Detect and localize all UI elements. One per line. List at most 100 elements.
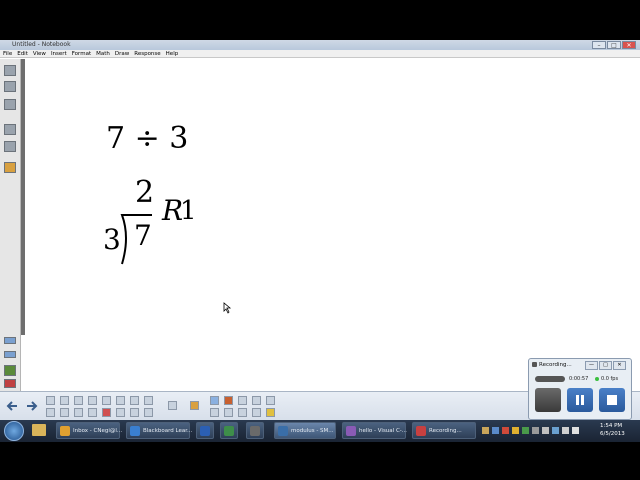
clock-date[interactable]: 6/5/2013 xyxy=(600,431,625,437)
tray-icon[interactable] xyxy=(542,427,549,434)
taskbar-item-recording[interactable]: Recording... xyxy=(412,422,476,439)
close-button[interactable]: ✕ xyxy=(622,41,636,49)
next-page-icon[interactable] xyxy=(26,401,38,411)
page-sorter-icon[interactable] xyxy=(4,65,16,76)
attachments-icon[interactable] xyxy=(4,99,16,110)
addons-icon[interactable] xyxy=(4,141,16,152)
menu-view[interactable]: View xyxy=(33,50,46,58)
status-dot-icon xyxy=(595,377,599,381)
save-icon[interactable] xyxy=(74,408,83,417)
taskbar-item-word[interactable] xyxy=(196,422,214,439)
screen-capture-icon[interactable] xyxy=(88,396,97,405)
vertical-scrollbar[interactable] xyxy=(21,59,25,335)
taskbar-item-notebook[interactable]: modulus - SM... xyxy=(274,422,336,439)
menu-math[interactable]: Math xyxy=(96,50,110,58)
volume-icon[interactable] xyxy=(562,427,569,434)
stop-button[interactable] xyxy=(599,388,625,412)
menu-response[interactable]: Response xyxy=(134,50,160,58)
taskbar-item-browser[interactable]: Blackboard Lear... xyxy=(126,422,193,439)
taskbar-item-visual-studio[interactable]: hello - Visual C-... xyxy=(342,422,408,439)
minimize-button[interactable]: – xyxy=(592,41,606,49)
eraser-tool-icon[interactable] xyxy=(238,396,247,405)
undo-icon[interactable] xyxy=(46,396,55,405)
whiteboard-canvas[interactable]: 7 ÷ 3 2 R 1 3 7 xyxy=(26,59,640,391)
page-down-icon[interactable] xyxy=(4,351,16,358)
shape-recognition-icon[interactable] xyxy=(266,396,275,405)
response-icon[interactable] xyxy=(190,401,199,410)
tray-icon[interactable] xyxy=(502,427,509,434)
redo-icon[interactable] xyxy=(60,396,69,405)
text-tool-icon[interactable] xyxy=(224,408,233,417)
tray-icon[interactable] xyxy=(512,427,519,434)
dual-page-icon[interactable] xyxy=(144,396,153,405)
record-button[interactable] xyxy=(535,388,561,412)
recorder-icon xyxy=(416,426,426,436)
screen-shade-icon[interactable] xyxy=(116,408,125,417)
audio-level-meter xyxy=(535,376,565,382)
long-division-bracket xyxy=(120,214,152,265)
task-label: hello - Visual C-... xyxy=(359,428,408,434)
copy-icon[interactable] xyxy=(60,408,69,417)
page-up-icon[interactable] xyxy=(4,337,16,344)
delete-page-icon[interactable] xyxy=(4,379,16,388)
creative-pen-icon[interactable] xyxy=(210,408,219,417)
tray-icon[interactable] xyxy=(492,427,499,434)
full-screen-icon[interactable] xyxy=(130,396,139,405)
menu-draw[interactable]: Draw xyxy=(115,50,129,58)
previous-page-icon[interactable] xyxy=(6,401,18,411)
recording-time: 0:00:57 xyxy=(569,376,589,382)
stop-icon xyxy=(607,395,617,405)
tray-icon[interactable] xyxy=(522,427,529,434)
highlighter-icon[interactable] xyxy=(266,408,275,417)
network-icon[interactable] xyxy=(552,427,559,434)
taskbar-item-outlook[interactable]: Inbox - CNegi@l... xyxy=(56,422,123,439)
select-tool-icon[interactable] xyxy=(210,396,219,405)
fill-tool-icon[interactable] xyxy=(252,408,261,417)
gallery-icon[interactable] xyxy=(4,81,16,92)
pause-button[interactable] xyxy=(567,388,593,412)
recorder-maximize-button[interactable]: □ xyxy=(599,361,612,370)
explorer-pinned-icon[interactable] xyxy=(32,424,46,436)
close-x-icon[interactable] xyxy=(144,408,153,417)
line-tool-icon[interactable] xyxy=(238,408,247,417)
maximize-button[interactable]: □ xyxy=(607,41,621,49)
recorder-minimize-button[interactable]: — xyxy=(585,361,598,370)
tray-icon[interactable] xyxy=(482,427,489,434)
open-icon[interactable] xyxy=(74,396,83,405)
menu-edit[interactable]: Edit xyxy=(17,50,28,58)
cut-icon[interactable] xyxy=(46,408,55,417)
properties-icon[interactable] xyxy=(4,124,16,135)
start-button[interactable] xyxy=(4,421,24,441)
task-label: Blackboard Lear... xyxy=(143,428,193,434)
quotient: 2 xyxy=(135,175,155,210)
menu-file[interactable]: File xyxy=(3,50,12,58)
menu-insert[interactable]: Insert xyxy=(51,50,67,58)
addons-tool-icon[interactable] xyxy=(168,401,177,410)
add-page-icon[interactable] xyxy=(4,365,16,376)
tray-icon[interactable] xyxy=(532,427,539,434)
lesson-activity-icon[interactable] xyxy=(4,162,16,173)
menu-format[interactable]: Format xyxy=(72,50,91,58)
letterbox-bottom xyxy=(0,442,640,480)
outlook-icon xyxy=(60,426,70,436)
paste-icon[interactable] xyxy=(88,408,97,417)
taskbar-item-app[interactable] xyxy=(246,422,264,439)
recorder-camera-icon xyxy=(532,362,537,367)
menu-bar: File Edit View Insert Format Math Draw R… xyxy=(0,50,640,58)
document-camera-icon[interactable] xyxy=(130,408,139,417)
task-label: Inbox - CNegi@l... xyxy=(73,428,123,434)
recording-fps: 0.0 fps xyxy=(601,376,619,382)
magic-pen-icon[interactable] xyxy=(252,396,261,405)
menu-help[interactable]: Help xyxy=(166,50,179,58)
delete-icon[interactable] xyxy=(102,408,111,417)
recording-widget: Recording... — □ ✕ 0:00:57 0.0 fps xyxy=(528,358,632,420)
recorder-close-button[interactable]: ✕ xyxy=(613,361,626,370)
clock-time[interactable]: 1:54 PM xyxy=(600,423,622,429)
camera-icon[interactable] xyxy=(116,396,125,405)
pen-tool-icon[interactable] xyxy=(224,396,233,405)
flag-icon[interactable] xyxy=(572,427,579,434)
taskbar-item-excel[interactable] xyxy=(220,422,238,439)
title-bar: Untitled - Notebook – □ ✕ xyxy=(0,40,640,50)
window-title: Untitled - Notebook xyxy=(12,41,71,48)
table-icon[interactable] xyxy=(102,396,111,405)
